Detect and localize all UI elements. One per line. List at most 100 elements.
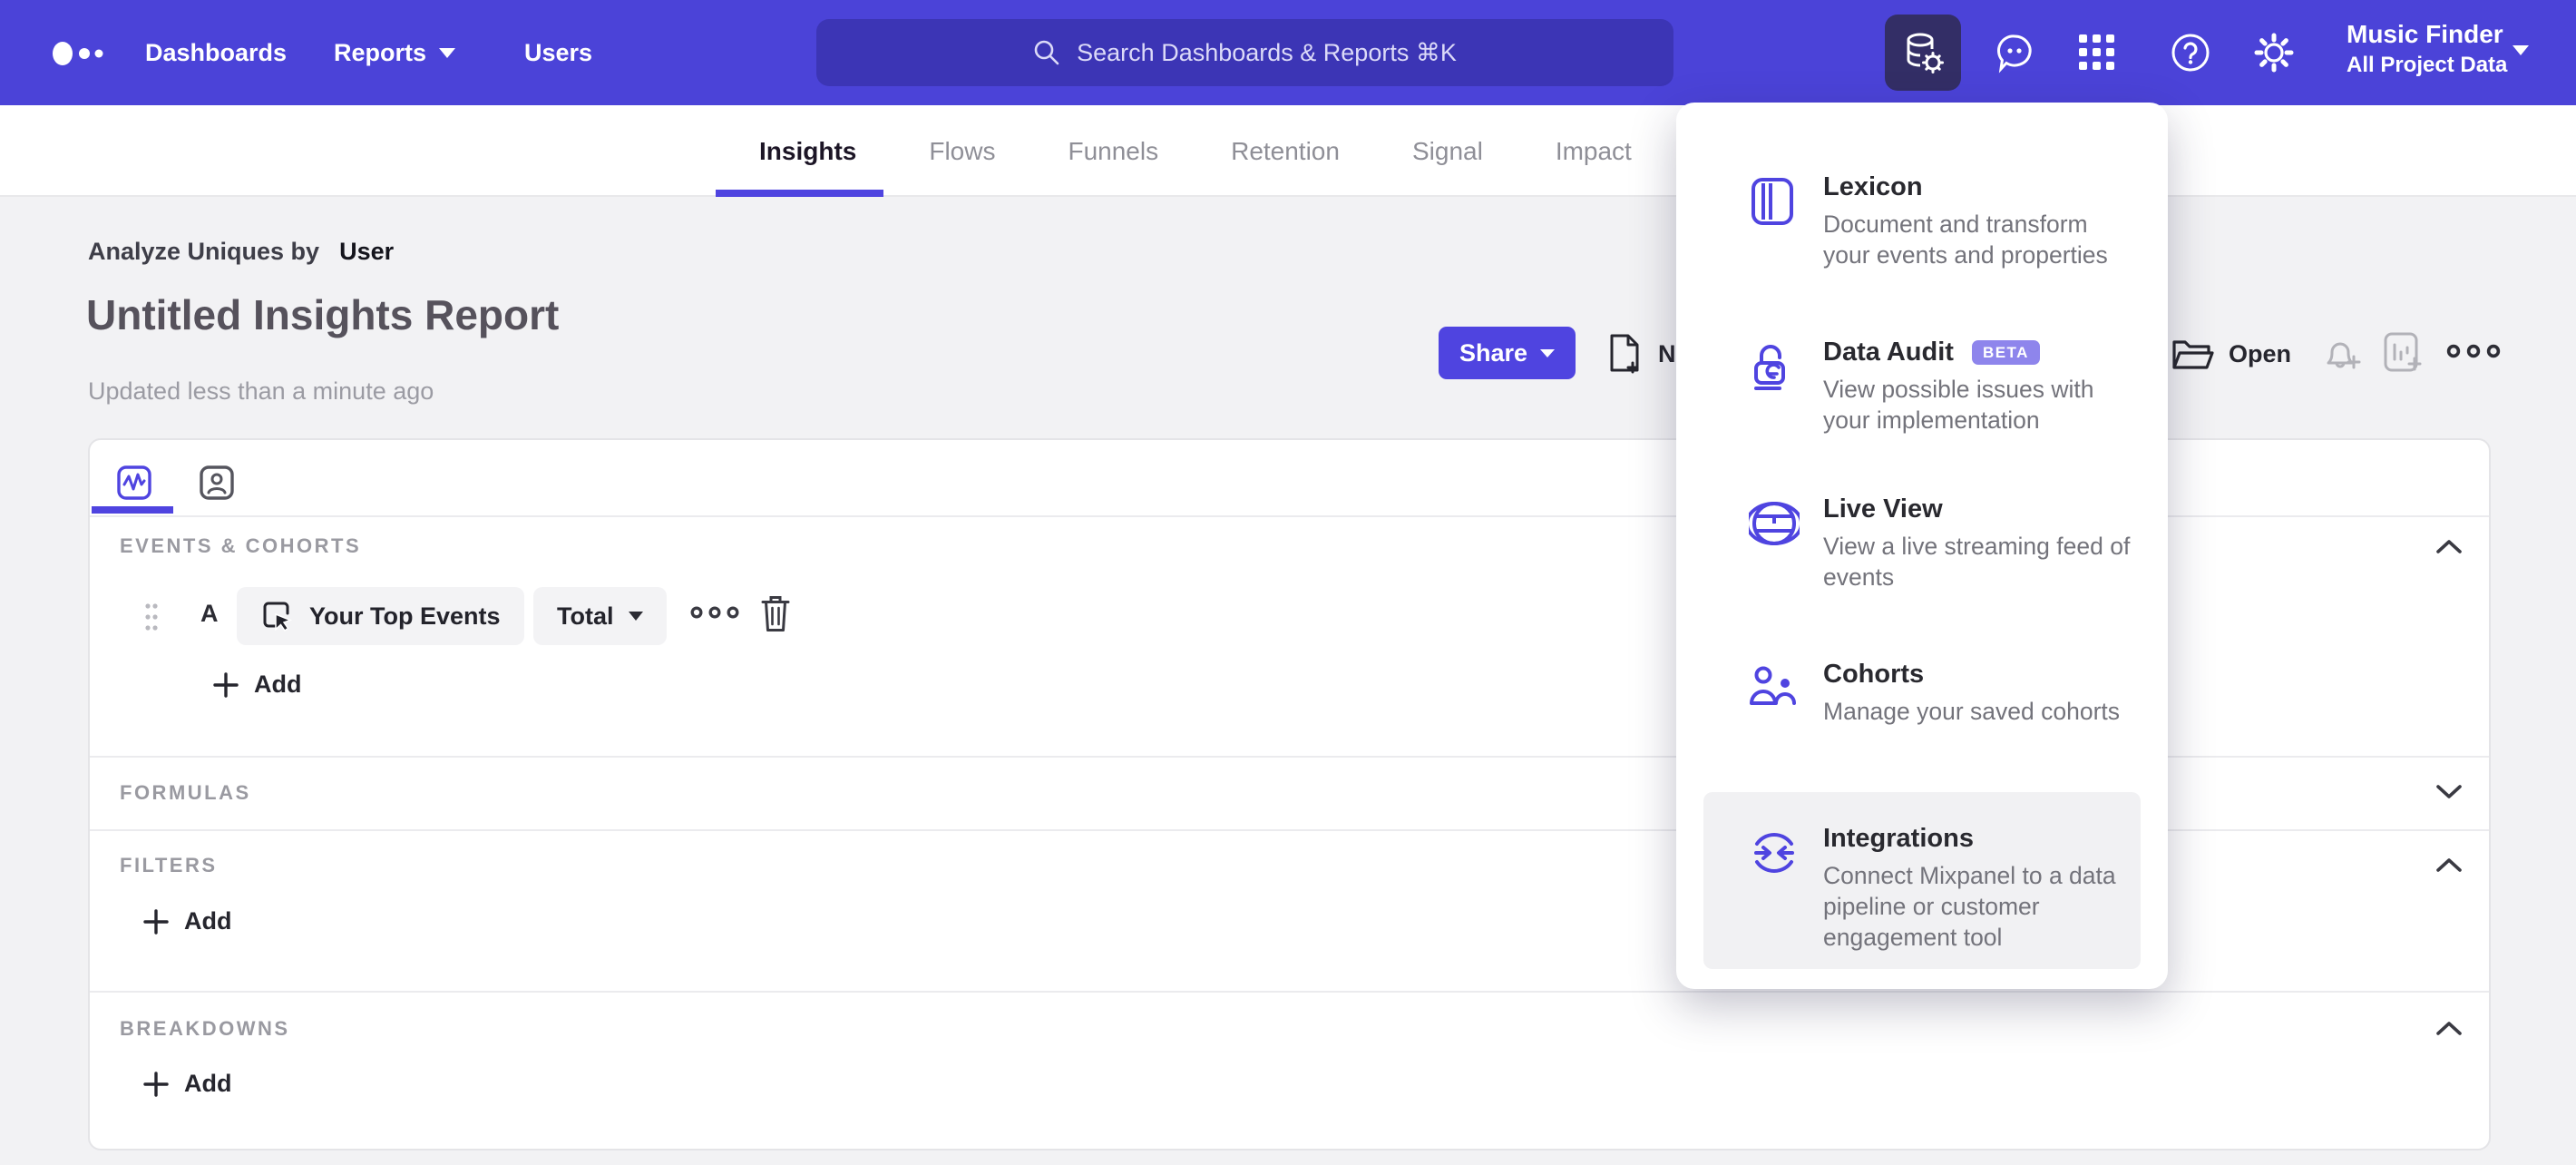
project-switcher[interactable]: Music Finder All Project Data — [2347, 18, 2507, 80]
add-breakdown-button[interactable]: Add — [142, 1070, 231, 1098]
tab-funnels[interactable]: Funnels — [1068, 137, 1158, 166]
nav-item-users[interactable]: Users — [524, 0, 592, 105]
database-gear-icon — [1907, 33, 1944, 73]
chevron-up-icon[interactable] — [2435, 857, 2463, 873]
menu-item-title: Cohorts — [1823, 660, 1925, 689]
document-plus-icon — [1610, 334, 1639, 374]
top-nav-bar: Dashboards Reports Users Search Dashboar… — [0, 0, 2576, 105]
globe-icon — [1749, 498, 1800, 549]
event-selector-button[interactable]: Your Top Events — [237, 587, 524, 645]
active-panel-tab-indicator — [92, 506, 173, 514]
lexicon-book-icon — [1749, 176, 1796, 227]
event-click-icon — [263, 602, 293, 632]
data-management-dropdown: Lexicon Document and transform your even… — [1676, 103, 2168, 989]
add-filter-button[interactable]: Add — [142, 907, 231, 935]
question-mark-icon — [2171, 34, 2210, 72]
nav-item-dashboards[interactable]: Dashboards — [145, 0, 287, 105]
analyze-entity-select[interactable]: User — [339, 238, 394, 266]
bell-plus-icon — [2327, 342, 2361, 369]
settings-button[interactable] — [2252, 0, 2296, 105]
filters-section-label: FILTERS — [120, 854, 218, 876]
add-to-dashboard-button[interactable] — [2378, 328, 2427, 377]
tab-users-view[interactable] — [199, 463, 235, 503]
nav-item-users-label: Users — [524, 38, 593, 66]
chevron-down-icon — [628, 612, 643, 621]
menu-item-description: Connect Mixpanel to a data pipeline or c… — [1823, 862, 2116, 951]
breakdowns-section-label: BREAKDOWNS — [120, 1017, 290, 1040]
share-button-label: Share — [1459, 338, 1528, 367]
drag-handle[interactable] — [144, 602, 159, 632]
nav-item-dashboards-label: Dashboards — [145, 38, 288, 66]
tab-flows[interactable]: Flows — [929, 137, 995, 166]
chevron-down-icon — [1540, 348, 1556, 357]
chevron-up-icon[interactable] — [2435, 538, 2463, 554]
apps-grid-icon — [2079, 34, 2114, 70]
menu-item-title: Live View — [1823, 494, 1943, 524]
formulas-section-label: FORMULAS — [120, 781, 251, 804]
add-breakdown-label: Add — [184, 1070, 232, 1097]
search-input[interactable]: Search Dashboards & Reports ⌘K — [816, 19, 1673, 86]
event-row-more-button[interactable] — [688, 603, 741, 622]
gear-icon — [2254, 33, 2294, 73]
chevron-down-icon[interactable] — [2435, 784, 2463, 800]
menu-item-description: View a live streaming feed of events — [1823, 533, 2131, 591]
menu-item-description: View possible issues with your implement… — [1823, 376, 2094, 434]
metric-selector-button[interactable]: Total — [533, 587, 667, 645]
tab-insights[interactable]: Insights — [759, 137, 856, 166]
divider — [90, 991, 2489, 993]
open-report-label: Open — [2229, 339, 2292, 367]
trash-icon — [761, 596, 790, 631]
ellipsis-icon — [2446, 344, 2501, 358]
updated-timestamp: Updated less than a minute ago — [88, 377, 434, 405]
folder-open-icon — [2172, 340, 2214, 369]
user-card-icon — [200, 465, 234, 500]
feedback-bubble-icon — [1997, 34, 2032, 73]
event-row-letter: A — [200, 600, 219, 627]
event-selector-label: Your Top Events — [309, 602, 501, 630]
help-button[interactable] — [2170, 0, 2211, 105]
open-report-button[interactable]: Open — [2171, 328, 2291, 379]
plus-icon — [143, 908, 169, 935]
feedback-button[interactable] — [1993, 0, 2036, 105]
chevron-down-icon — [439, 47, 456, 58]
nav-item-reports[interactable]: Reports — [334, 0, 456, 105]
tab-signal[interactable]: Signal — [1412, 137, 1483, 166]
more-actions-button[interactable] — [2444, 341, 2503, 361]
tab-retention[interactable]: Retention — [1231, 137, 1340, 166]
share-button[interactable]: Share — [1439, 327, 1576, 379]
project-name: Music Finder — [2347, 20, 2503, 48]
project-scope: All Project Data — [2347, 53, 2508, 77]
beta-badge: BETA — [1971, 340, 2040, 365]
analyze-prefix-label: Analyze Uniques by — [88, 238, 320, 265]
cohorts-people-icon — [1749, 663, 1800, 710]
mixpanel-logo-icon[interactable] — [51, 40, 111, 67]
data-management-button[interactable] — [1885, 15, 1961, 91]
delete-event-button[interactable] — [759, 594, 792, 634]
tab-impact[interactable]: Impact — [1556, 137, 1632, 166]
menu-item-title: Data Audit — [1823, 338, 1954, 367]
create-alert-button[interactable] — [2317, 330, 2364, 377]
metric-selector-label: Total — [557, 602, 614, 630]
active-tab-indicator — [716, 190, 883, 197]
tab-metrics-view[interactable] — [116, 463, 152, 503]
add-event-button[interactable]: Add — [212, 671, 301, 699]
apps-menu-button[interactable] — [2077, 0, 2117, 105]
breadcrumb: Analyze Uniques by User — [88, 238, 394, 266]
menu-item-title: Lexicon — [1823, 172, 1923, 201]
pulse-chart-icon — [117, 465, 151, 500]
integrations-sync-icon — [1749, 827, 1800, 878]
chevron-up-icon[interactable] — [2435, 1020, 2463, 1036]
menu-item-description: Manage your saved cohorts — [1823, 698, 2121, 725]
menu-item-title: Integrations — [1823, 824, 1974, 853]
menu-item-description: Document and transform your events and p… — [1823, 210, 2108, 269]
nav-item-reports-label: Reports — [334, 38, 427, 66]
chevron-down-icon[interactable] — [2513, 45, 2529, 55]
add-filter-label: Add — [184, 907, 232, 935]
plus-icon — [143, 1071, 169, 1097]
chart-plus-icon — [2384, 332, 2422, 372]
events-section-label: EVENTS & COHORTS — [120, 534, 362, 557]
add-event-label: Add — [254, 671, 302, 698]
page-title[interactable]: Untitled Insights Report — [86, 290, 559, 339]
mixpanel-app: Dashboards Reports Users Search Dashboar… — [0, 0, 2576, 1165]
plus-icon — [213, 671, 239, 698]
